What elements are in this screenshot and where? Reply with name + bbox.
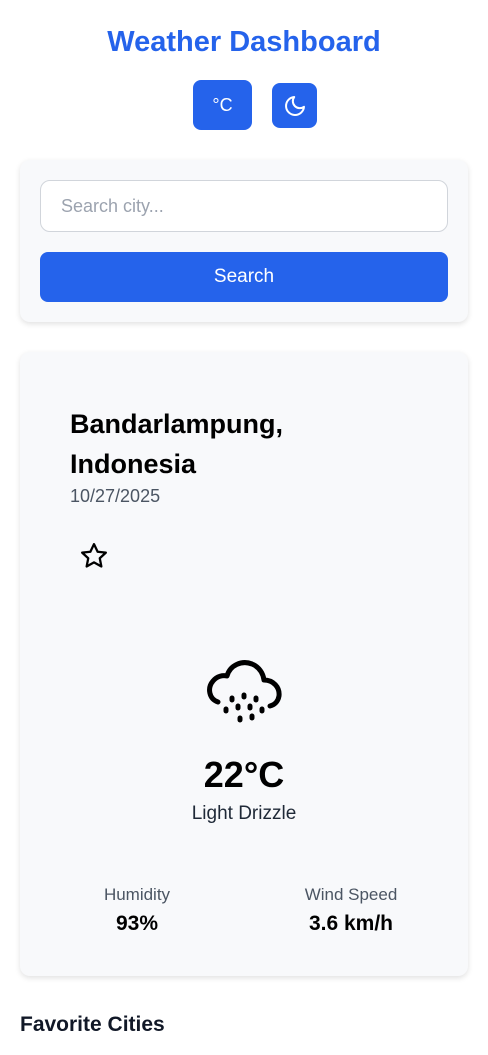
moon-icon: [284, 95, 305, 116]
humidity-label: Humidity: [103, 885, 171, 904]
humidity-value: 93%: [115, 912, 159, 935]
unit-toggle-button[interactable]: °C: [193, 80, 252, 130]
city-name: Bandarlampung, Indonesia: [70, 409, 284, 479]
search-card: Search: [20, 160, 468, 322]
current-weather-card: Bandarlampung, Indonesia 10/27/2025 22°C…: [20, 352, 468, 976]
toolbar: °C: [0, 80, 488, 130]
wind-speed-label: Wind Speed: [304, 885, 398, 904]
favorite-cities-heading: Favorite Cities: [20, 1013, 165, 1036]
search-input[interactable]: [40, 180, 448, 232]
wind-speed-stat: Wind Speed 3.6 km/h: [261, 884, 441, 936]
theme-toggle-button[interactable]: [272, 83, 317, 128]
weather-condition: Light Drizzle: [191, 803, 297, 824]
weather-date: 10/27/2025: [70, 486, 161, 506]
star-outline-icon: [81, 543, 107, 568]
temperature: 22°C: [203, 754, 285, 795]
add-favorite-button[interactable]: [78, 540, 110, 572]
humidity-stat: Humidity 93%: [47, 884, 227, 936]
cloud-drizzle-icon: [207, 660, 282, 723]
app-title: Weather Dashboard: [107, 26, 381, 58]
wind-speed-value: 3.6 km/h: [308, 912, 394, 935]
weather-app: Weather Dashboard °C Search Bandarlampun…: [0, 0, 488, 1055]
search-button[interactable]: Search: [40, 252, 448, 302]
